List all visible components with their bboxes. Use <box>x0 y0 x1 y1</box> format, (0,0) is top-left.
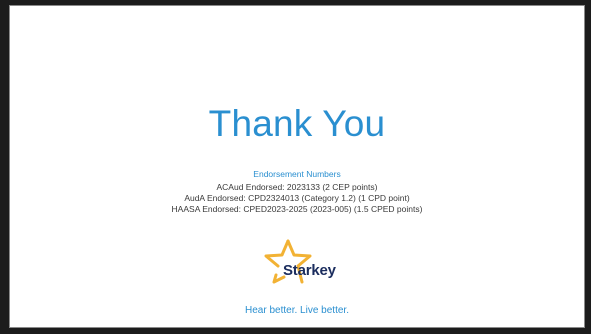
starkey-logo: Starkey <box>258 239 348 285</box>
slide-title: Thank You <box>208 103 386 144</box>
presentation-slide: Thank You Endorsement Numbers ACAud Endo… <box>9 5 585 328</box>
logo-wordmark: Starkey <box>283 262 336 279</box>
endorsement-acaud: ACAud Endorsed: 2023133 (2 CEP points) <box>216 182 378 192</box>
endorsement-list: ACAud Endorsed: 2023133 (2 CEP points) A… <box>10 182 584 215</box>
tagline: Hear better. Live better. <box>245 305 349 316</box>
endorsement-haasa: HAASA Endorsed: CPED2023-2025 (2023-005)… <box>171 204 423 214</box>
endorsement-heading: Endorsement Numbers <box>253 169 341 179</box>
endorsement-auda: AudA Endorsed: CPD2324013 (Category 1.2)… <box>184 193 410 203</box>
